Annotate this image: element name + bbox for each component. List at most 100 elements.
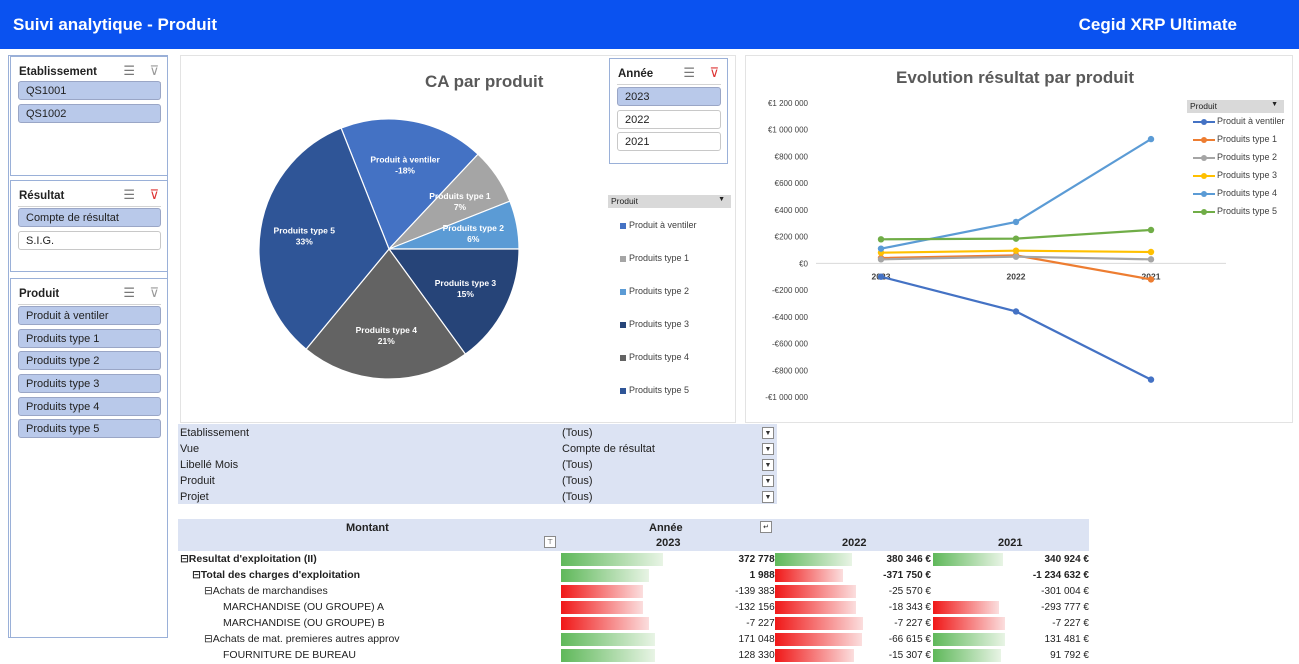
y-tick-label: -€600 000 [772, 340, 809, 349]
row-label[interactable]: MARCHANDISE (OU GROUPE) A [223, 601, 384, 613]
legend-swatch [1193, 172, 1215, 179]
data-point[interactable] [1147, 376, 1155, 383]
clear-filter-icon[interactable]: ⊽ [709, 65, 719, 81]
legend-swatch [1193, 154, 1215, 161]
slicer-item[interactable]: Produits type 3 [18, 374, 161, 393]
data-point[interactable] [1147, 135, 1155, 143]
legend-swatch [620, 387, 626, 394]
data-point[interactable] [1012, 247, 1020, 254]
cell-value: -139 383 € [735, 586, 783, 597]
data-point[interactable] [1147, 276, 1155, 283]
filter-dropdown-button[interactable]: ▼ [762, 443, 774, 455]
filter-dropdown-button[interactable]: ▼ [762, 427, 774, 439]
data-point[interactable] [1147, 256, 1155, 263]
multi-select-icon[interactable]: ☰ [683, 65, 695, 81]
report-filter-panel: Etablissement (Tous) ▼ Vue Compte de rés… [178, 424, 777, 504]
multi-select-icon[interactable]: ☰ [123, 285, 135, 301]
clear-filter-icon[interactable]: ⊽ [149, 285, 159, 301]
data-bar [933, 649, 1001, 662]
slicer-item[interactable]: Produits type 2 [18, 351, 161, 370]
row-filter-button[interactable]: ⊤ [544, 536, 556, 548]
column-filter-button[interactable]: ↵ [760, 521, 772, 533]
slicer-item[interactable]: Produits type 5 [18, 419, 161, 438]
table-row: ⊟Achats de marchandises -139 383 € -25 570… [178, 584, 1089, 600]
line-legend-header[interactable]: Produit ▼ [1187, 100, 1284, 113]
slicer-item[interactable]: Produits type 1 [18, 329, 161, 348]
row-label[interactable]: ⊟Total des charges d'exploitation [192, 569, 360, 581]
pie-data-label: Produits type 1 [429, 191, 491, 201]
pie-data-percent: 33% [296, 237, 313, 247]
year-header: 2022 [842, 537, 867, 549]
pie-legend-header[interactable]: Produit ▼ [608, 195, 731, 208]
legend-item: Produits type 1 [620, 253, 689, 263]
data-point[interactable] [1012, 235, 1020, 242]
cell-value: -1 234 632 € [1032, 570, 1089, 581]
series-line[interactable] [880, 275, 1152, 381]
y-tick-label: €400 000 [775, 206, 809, 215]
dropdown-icon[interactable]: ▼ [718, 196, 725, 203]
slicer-item[interactable]: Produit à ventiler [18, 306, 161, 325]
y-tick-label: -€800 000 [772, 366, 809, 375]
slicer-item[interactable]: 2023 [617, 87, 721, 106]
row-label[interactable]: FOURNITURE DE BUREAU [223, 649, 356, 661]
data-bar [561, 553, 663, 566]
row-label[interactable]: MARCHANDISE (OU GROUPE) B [223, 617, 385, 629]
slicer-annee: Année ☰ ⊽ 2023 2022 2021 [609, 58, 728, 164]
legend-marker [1201, 154, 1207, 161]
data-point[interactable] [1147, 248, 1155, 256]
data-point[interactable] [877, 273, 885, 280]
slicer-header: Année ☰ ⊽ [617, 65, 721, 85]
legend-header-label: Produit [611, 196, 638, 206]
multi-select-icon[interactable]: ☰ [123, 63, 135, 79]
data-point[interactable] [1012, 308, 1020, 315]
legend-item: Produits type 1 [1193, 134, 1277, 144]
data-point[interactable] [1012, 218, 1020, 226]
pie-data-percent: 6% [467, 234, 480, 244]
filter-dropdown-button[interactable]: ▼ [762, 491, 774, 503]
data-bar [933, 553, 1003, 566]
data-point[interactable] [1012, 253, 1020, 260]
clear-filter-icon[interactable]: ⊽ [149, 187, 159, 203]
y-tick-label: €0 [799, 259, 808, 268]
slicer-item[interactable]: S.I.G. [18, 231, 161, 250]
legend-label: Produits type 1 [629, 253, 690, 263]
data-point[interactable] [877, 256, 885, 263]
legend-label: Produit à ventiler [1217, 116, 1285, 126]
data-bar [775, 553, 852, 566]
dropdown-icon[interactable]: ▼ [1271, 101, 1278, 108]
filter-dropdown-button[interactable]: ▼ [762, 459, 774, 471]
legend-label: Produits type 3 [629, 319, 690, 329]
legend-swatch [620, 354, 626, 361]
filter-row: Libellé Mois (Tous) ▼ [180, 458, 776, 474]
multi-select-icon[interactable]: ☰ [123, 187, 135, 203]
data-point[interactable] [1147, 226, 1155, 234]
data-point[interactable] [877, 236, 885, 243]
y-tick-label: €600 000 [775, 179, 809, 188]
slicer-title: Résultat [19, 190, 65, 202]
cell-value: 171 048 € [738, 634, 784, 645]
year-header: 2021 [998, 537, 1023, 549]
slicer-item[interactable]: QS1001 [18, 81, 161, 100]
cell-value: 91 792 € [1050, 650, 1089, 661]
cell-value: -7 227 € [1052, 618, 1089, 629]
data-bar [933, 633, 1005, 646]
filter-dropdown-button[interactable]: ▼ [762, 475, 774, 487]
y-tick-label: €800 000 [775, 152, 809, 161]
filter-row: Etablissement (Tous) ▼ [180, 426, 776, 442]
slicer-produit: Produit ☰ ⊽ Produit à ventiler Produits … [10, 278, 168, 638]
table-row: MARCHANDISE (OU GROUPE) A -132 156 € -18 3… [178, 600, 1089, 616]
slicer-item[interactable]: QS1002 [18, 104, 161, 123]
data-point[interactable] [877, 245, 885, 252]
slicer-item[interactable]: Produits type 4 [18, 397, 161, 416]
clear-filter-icon[interactable]: ⊽ [149, 63, 159, 79]
slicer-item[interactable]: Compte de résultat [18, 208, 161, 227]
row-label[interactable]: ⊟Achats de mat. premieres autres approv [204, 633, 400, 645]
data-bar [561, 649, 655, 662]
slicer-item[interactable]: 2022 [617, 110, 721, 129]
slicer-item[interactable]: 2021 [617, 132, 721, 151]
y-tick-label: €1 200 000 [768, 99, 809, 108]
row-label[interactable]: ⊟Resultat d'exploitation (II) [180, 553, 317, 565]
row-label[interactable]: ⊟Achats de marchandises [204, 585, 328, 597]
slicer-header: Résultat ☰ ⊽ [18, 187, 161, 207]
pivot-column-label: Année [649, 522, 683, 534]
